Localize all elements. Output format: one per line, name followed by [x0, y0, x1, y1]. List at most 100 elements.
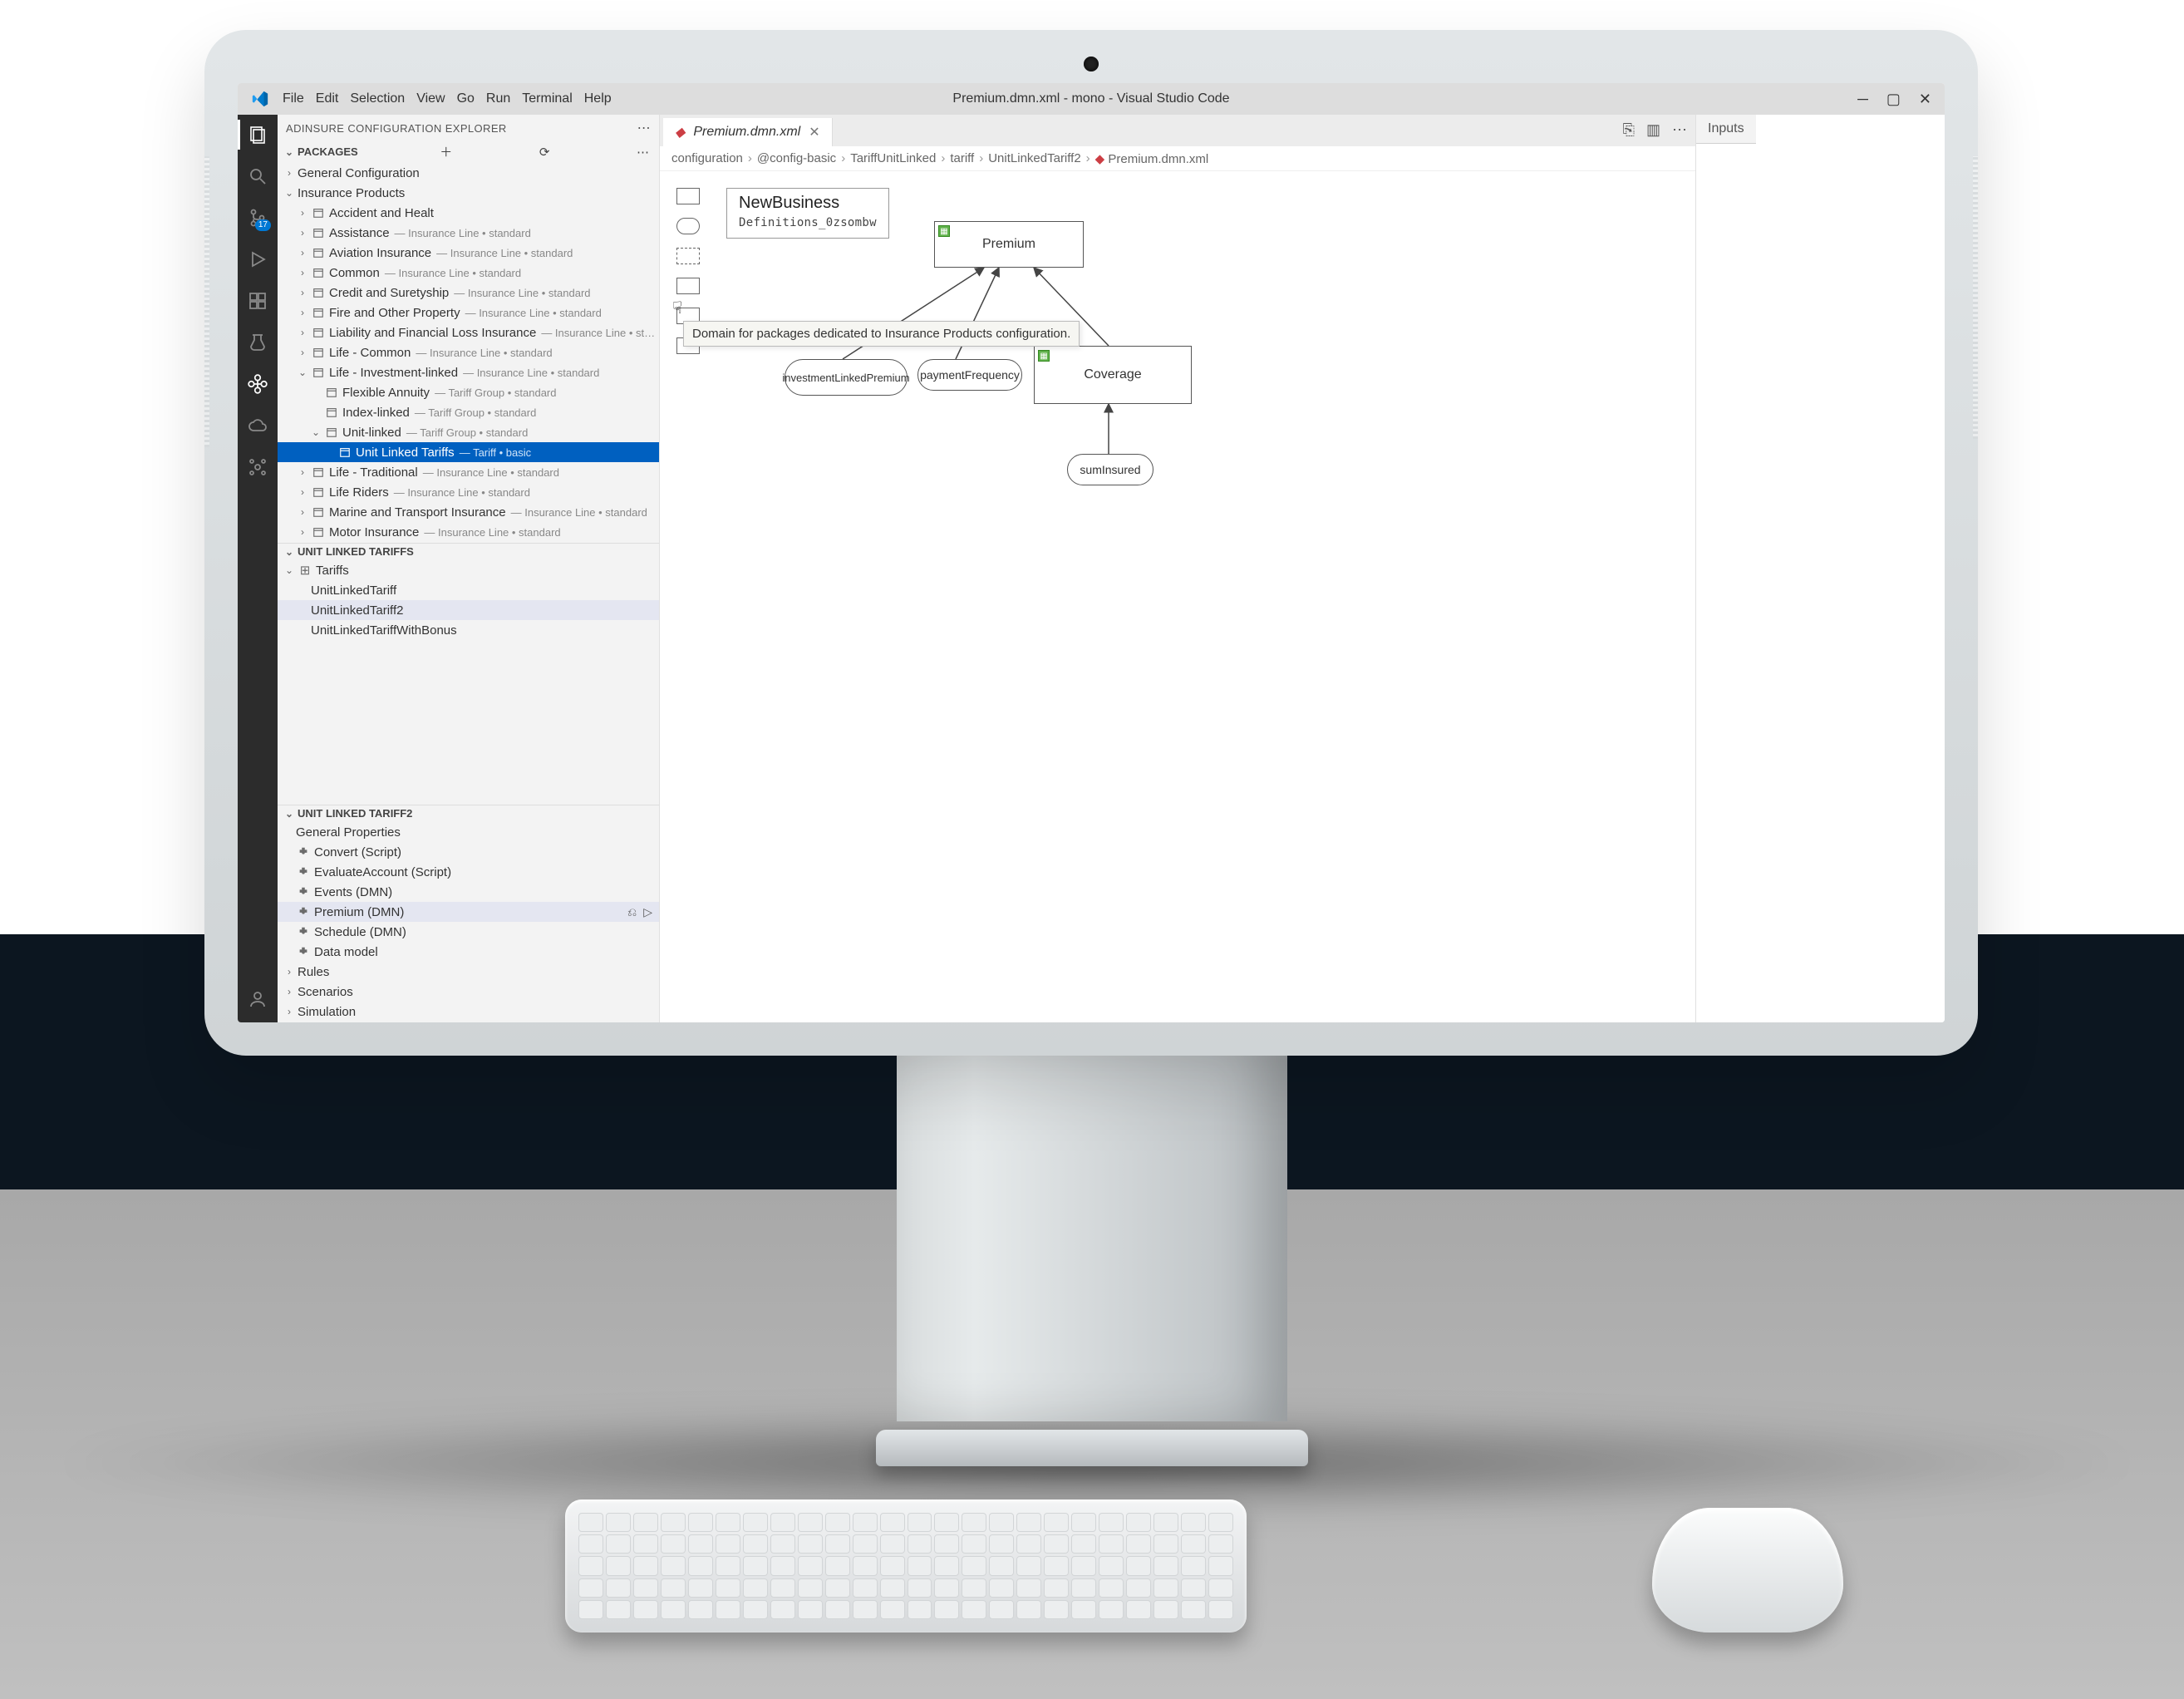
folder-icon: ⊞: [298, 563, 312, 578]
tree-item[interactable]: Motor Insurance— Insurance Line • standa…: [278, 522, 659, 542]
maximize-icon[interactable]: ▢: [1886, 91, 1901, 108]
tree-item[interactable]: General Configuration: [278, 163, 659, 183]
tree-item[interactable]: Simulation: [278, 1002, 659, 1022]
menu-help[interactable]: Help: [584, 91, 612, 106]
tree-item[interactable]: Life - Common— Insurance Line • standard: [278, 342, 659, 362]
node-premium[interactable]: ▦ Premium: [934, 221, 1084, 268]
editor-tab[interactable]: ◆ Premium.dmn.xml ✕: [663, 118, 833, 146]
menu-file[interactable]: File: [283, 91, 304, 106]
tree-item[interactable]: Schedule (DMN): [278, 922, 659, 942]
tree-item[interactable]: Insurance Products: [278, 183, 659, 203]
puzzle-icon: [296, 946, 311, 958]
breadcrumb-item[interactable]: ◆ Premium.dmn.xml: [1095, 151, 1209, 166]
tree-item[interactable]: Index-linked— Tariff Group • standard: [278, 402, 659, 422]
section-packages-header[interactable]: PACKAGES ＋ ⟳ ⋯: [278, 141, 659, 162]
breadcrumb-item[interactable]: UnitLinkedTariff2: [988, 151, 1080, 165]
adinsure-ext-icon[interactable]: [246, 372, 269, 396]
cloud-icon[interactable]: [246, 414, 269, 437]
mouse-peripheral: [1652, 1508, 1843, 1633]
tree-item[interactable]: Data model: [278, 942, 659, 962]
explorer-icon[interactable]: [246, 123, 269, 146]
tree-item[interactable]: Life - Investment-linked— Insurance Line…: [278, 362, 659, 382]
minimize-icon[interactable]: ─: [1857, 91, 1868, 108]
tree-item[interactable]: Scenarios: [278, 982, 659, 1002]
split-editor-icon[interactable]: ▥: [1646, 121, 1660, 139]
chevron-right-icon: [296, 327, 309, 338]
run-debug-icon[interactable]: [246, 248, 269, 271]
xml-file-icon: ◆: [675, 124, 685, 140]
run-icon[interactable]: ▷: [643, 905, 652, 919]
menu-selection[interactable]: Selection: [350, 91, 405, 106]
menu-terminal[interactable]: Terminal: [522, 91, 572, 106]
tree-item[interactable]: General Properties: [278, 822, 659, 842]
extensions-icon[interactable]: [246, 289, 269, 313]
extra-icon[interactable]: [246, 456, 269, 479]
more-actions-icon[interactable]: ⋯: [637, 120, 651, 136]
tree-item[interactable]: Credit and Suretyship— Insurance Line • …: [278, 283, 659, 303]
accounts-icon[interactable]: [246, 987, 269, 1011]
tree-item[interactable]: Premium (DMN)⎌▷: [278, 902, 659, 922]
package-icon: [324, 426, 339, 438]
palette-knowledge-icon[interactable]: [676, 248, 700, 264]
node-payfreq[interactable]: paymentFrequency: [917, 359, 1022, 391]
node-investment[interactable]: investmentLinkedPremium: [785, 359, 908, 396]
source-control-icon[interactable]: 17: [246, 206, 269, 229]
tree-item[interactable]: ⊞ Tariffs: [278, 560, 659, 580]
chevron-right-icon: [283, 986, 296, 997]
breadcrumb-item[interactable]: tariff: [950, 151, 974, 165]
node-marker-icon: ▦: [938, 225, 950, 237]
tooltip: Domain for packages dedicated to Insuran…: [683, 321, 1080, 347]
node-suminsured[interactable]: sumInsured: [1067, 454, 1153, 485]
tree-item[interactable]: UnitLinkedTariffWithBonus: [278, 620, 659, 640]
tree-item[interactable]: Marine and Transport Insurance— Insuranc…: [278, 502, 659, 522]
tree-item[interactable]: Rules: [278, 962, 659, 982]
tree-item[interactable]: Aviation Insurance— Insurance Line • sta…: [278, 243, 659, 263]
tree-item[interactable]: Unit-linked— Tariff Group • standard: [278, 422, 659, 442]
tree-item[interactable]: UnitLinkedTariff: [278, 580, 659, 600]
breadcrumb-item[interactable]: configuration: [671, 151, 743, 165]
tree-item[interactable]: Fire and Other Property— Insurance Line …: [278, 303, 659, 323]
dmn-canvas[interactable]: NewBusiness Definitions_0zsombw ▦ Premiu…: [660, 171, 1695, 1022]
close-icon[interactable]: ✕: [1919, 91, 1931, 108]
tree-item[interactable]: Events (DMN): [278, 882, 659, 902]
section-ult2-header[interactable]: UNIT LINKED TARIFF2: [278, 805, 659, 821]
tree-item[interactable]: Convert (Script): [278, 842, 659, 862]
refresh-icon[interactable]: ⟳: [539, 145, 550, 160]
menu-edit[interactable]: Edit: [316, 91, 339, 106]
inputs-tab[interactable]: Inputs: [1696, 115, 1756, 144]
tree-item[interactable]: Assistance— Insurance Line • standard: [278, 223, 659, 243]
open-diagram-icon[interactable]: ⎌: [627, 905, 637, 919]
palette-input-icon[interactable]: [676, 218, 700, 234]
tab-more-icon[interactable]: ⋯: [1672, 121, 1687, 139]
titlebar: FileEditSelectionViewGoRunTerminalHelp P…: [238, 83, 1945, 115]
section-ult-header[interactable]: UNIT LINKED TARIFFS: [278, 544, 659, 559]
chevron-right-icon: [296, 347, 309, 358]
testing-icon[interactable]: [246, 331, 269, 354]
tree-item[interactable]: Flexible Annuity— Tariff Group • standar…: [278, 382, 659, 402]
palette-rect-icon[interactable]: [676, 278, 700, 294]
tree-item[interactable]: Life - Traditional— Insurance Line • sta…: [278, 462, 659, 482]
menu-run[interactable]: Run: [486, 91, 510, 106]
menu-view[interactable]: View: [416, 91, 445, 106]
search-icon[interactable]: [246, 165, 269, 188]
tree-item[interactable]: Accident and Healt: [278, 203, 659, 223]
definitions-box[interactable]: NewBusiness Definitions_0zsombw: [726, 188, 889, 239]
menu-go[interactable]: Go: [457, 91, 475, 106]
toggle-preview-icon[interactable]: ⎘: [1623, 121, 1635, 139]
tree-item[interactable]: Liability and Financial Loss Insurance— …: [278, 323, 659, 342]
ellipsis-icon[interactable]: ⋯: [637, 145, 649, 160]
chevron-right-icon: [296, 287, 309, 298]
tree-item[interactable]: Common— Insurance Line • standard: [278, 263, 659, 283]
breadcrumb-item[interactable]: TariffUnitLinked: [850, 151, 936, 165]
breadcrumbs[interactable]: configuration›@config-basic›TariffUnitLi…: [660, 146, 1695, 171]
breadcrumb-item[interactable]: @config-basic: [757, 151, 836, 165]
palette-decision-icon[interactable]: [676, 188, 700, 204]
tree-item[interactable]: Unit Linked Tariffs— Tariff • basic: [278, 442, 659, 462]
tree-item[interactable]: Life Riders— Insurance Line • standard: [278, 482, 659, 502]
chevron-right-icon: [296, 466, 309, 478]
node-coverage[interactable]: ▦ Coverage: [1034, 346, 1192, 404]
tree-item[interactable]: UnitLinkedTariff2: [278, 600, 659, 620]
tab-close-icon[interactable]: ✕: [809, 124, 819, 140]
add-icon[interactable]: ＋: [440, 143, 452, 160]
tree-item[interactable]: EvaluateAccount (Script): [278, 862, 659, 882]
